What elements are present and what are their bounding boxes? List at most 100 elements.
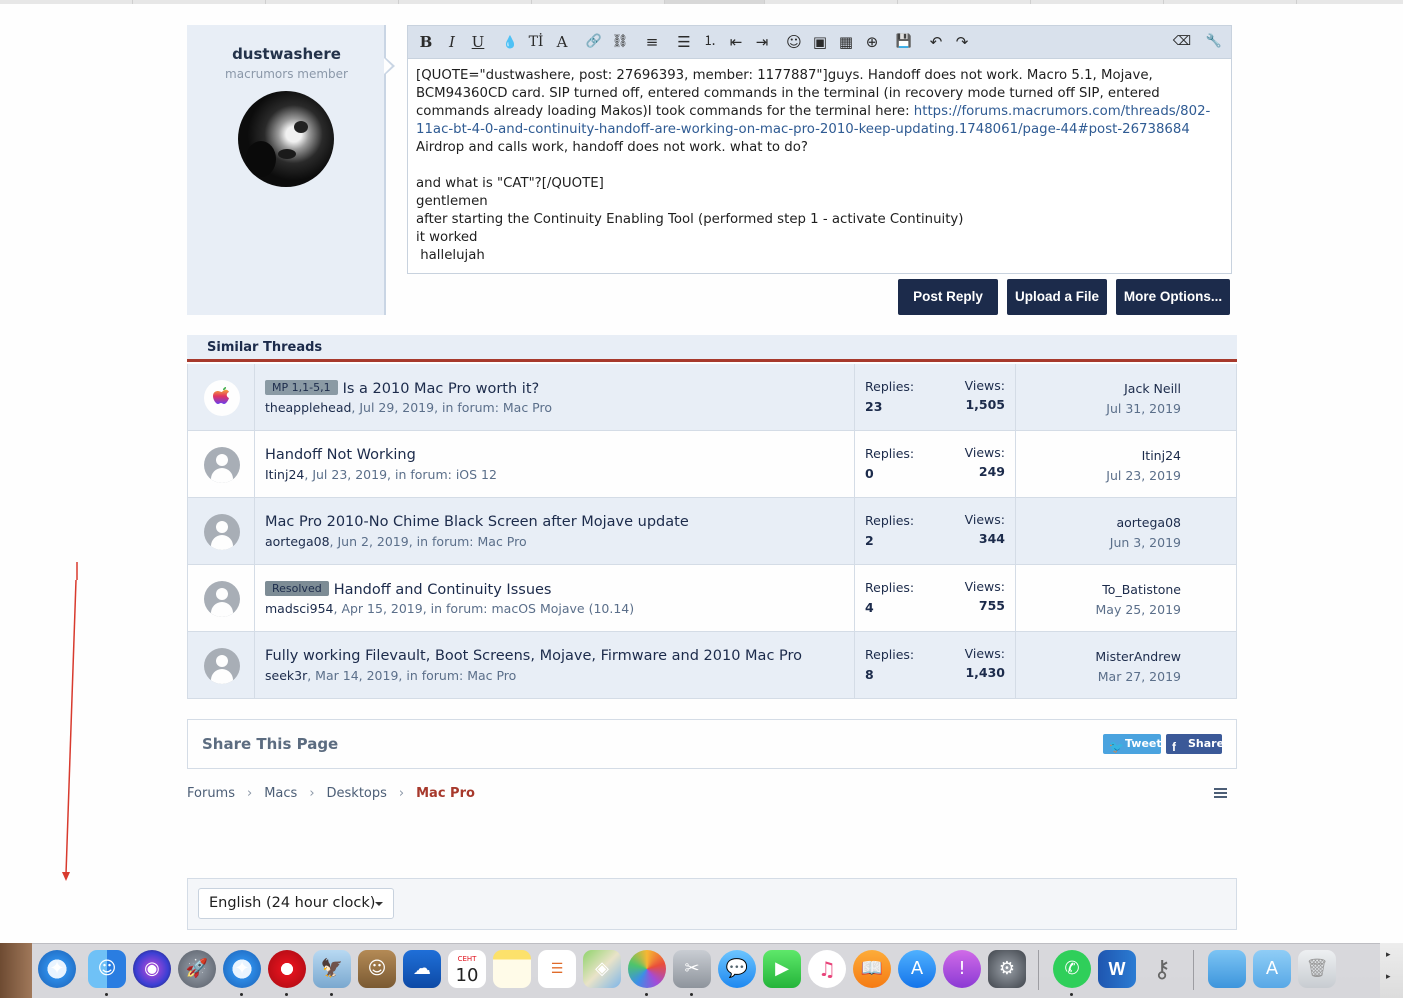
wrench-icon[interactable]: 🔧 [1204, 32, 1224, 52]
finder-icon[interactable]: ☺ [88, 950, 126, 988]
thread-title[interactable]: Mac Pro 2010-No Chime Black Screen after… [265, 514, 689, 530]
underline-icon[interactable]: U [468, 32, 488, 52]
prefix-badge[interactable]: MP 1,1-5,1 [265, 380, 338, 395]
siri-icon[interactable]: ◉ [133, 950, 171, 988]
facetime-icon[interactable]: ▶ [763, 950, 801, 988]
thread-title[interactable]: Handoff and Continuity Issues [334, 582, 552, 598]
last-post-date[interactable]: Jun 3, 2019 [1110, 535, 1181, 550]
folder-icon[interactable] [1208, 950, 1246, 988]
messages-icon[interactable]: 💬 [718, 950, 756, 988]
remove-format-icon[interactable]: ⌫ [1172, 32, 1192, 52]
undo-icon[interactable]: ↶ [926, 32, 946, 52]
last-poster[interactable]: aortega08 [1116, 515, 1181, 530]
keychain-icon[interactable]: ⚷ [1143, 950, 1181, 988]
photos-icon[interactable] [628, 950, 666, 988]
tab-segment[interactable] [765, 0, 898, 4]
preview-icon[interactable]: ✂ [673, 950, 711, 988]
redo-icon[interactable]: ↷ [952, 32, 972, 52]
outdent-icon[interactable]: ⇤ [726, 32, 746, 52]
avatar[interactable] [238, 91, 334, 187]
breadcrumb-macs[interactable]: Macs [264, 786, 297, 801]
thread-author[interactable]: theapplehead [265, 400, 351, 415]
tab-segment[interactable] [532, 0, 665, 4]
upload-file-button[interactable]: Upload a File [1007, 279, 1107, 315]
breadcrumb-current[interactable]: Mac Pro [416, 786, 475, 801]
applications-folder-icon[interactable]: A [1253, 950, 1291, 988]
tab-segment[interactable] [898, 0, 1031, 4]
font-size-icon[interactable]: Tİ [526, 32, 546, 52]
system-preferences-icon[interactable]: ⚙ [988, 950, 1026, 988]
last-post-date[interactable]: Jul 23, 2019 [1106, 468, 1181, 483]
prefix-badge[interactable]: Resolved [265, 581, 329, 596]
indent-icon[interactable]: ⇥ [752, 32, 772, 52]
smilie-icon[interactable]: ☺ [784, 32, 804, 52]
contacts-icon[interactable]: ☺ [358, 950, 396, 988]
tweet-button[interactable]: 🐦 Tweet [1103, 734, 1162, 754]
last-poster[interactable]: MisterAndrew [1095, 649, 1181, 664]
books-icon[interactable]: 📖 [853, 950, 891, 988]
reminders-icon[interactable]: ☰ [538, 950, 576, 988]
unlink-icon[interactable]: ⛓ [610, 32, 630, 52]
save-draft-icon[interactable]: 💾 [894, 32, 914, 52]
tab-segment[interactable] [1031, 0, 1164, 4]
breadcrumb-desktops[interactable]: Desktops [327, 786, 387, 801]
bullet-list-icon[interactable]: ☰ [674, 32, 694, 52]
dock-scroll-arrows[interactable]: ▸ ▸ [1386, 944, 1391, 988]
cloud-app-icon[interactable]: ☁ [403, 950, 441, 988]
facebook-share-button[interactable]: f Share [1166, 734, 1224, 754]
app-store-icon[interactable]: A [898, 950, 936, 988]
opera-icon[interactable] [268, 950, 306, 988]
tab-segment[interactable] [266, 0, 399, 4]
insert-icon[interactable]: ⊕ [862, 32, 882, 52]
thread-author[interactable]: Itinj24 [265, 467, 304, 482]
last-post-date[interactable]: May 25, 2019 [1096, 602, 1181, 617]
username[interactable]: dustwashere [187, 45, 386, 63]
thread-author[interactable]: madsci954 [265, 601, 334, 616]
last-post-date[interactable]: Mar 27, 2019 [1098, 669, 1181, 684]
text-color-icon[interactable]: 💧 [500, 32, 520, 52]
thread-author[interactable]: aortega08 [265, 534, 330, 549]
tab-segment[interactable] [1164, 0, 1297, 4]
maps-icon[interactable]: ◈ [583, 950, 621, 988]
thread-title[interactable]: Handoff Not Working [265, 447, 416, 463]
mail-icon[interactable]: 🦅 [313, 950, 351, 988]
more-options-button[interactable]: More Options... [1116, 279, 1230, 315]
safari-icon[interactable]: ✦ [38, 950, 76, 988]
list-view-icon[interactable] [1214, 788, 1227, 799]
language-select[interactable]: English (24 hour clock) [198, 888, 394, 919]
last-poster[interactable]: To_Batistone [1102, 582, 1181, 597]
thread-author[interactable]: seek3r [265, 668, 307, 683]
thread-title[interactable]: Is a 2010 Mac Pro worth it? [343, 381, 540, 397]
itunes-icon[interactable]: ♫ [808, 950, 846, 988]
editor-content[interactable]: [QUOTE="dustwashere, post: 27696393, mem… [408, 59, 1231, 273]
tab-segment-active[interactable] [665, 0, 765, 4]
word-icon[interactable]: W [1098, 950, 1136, 988]
last-post-date[interactable]: Jul 31, 2019 [1106, 401, 1181, 416]
reply-editor[interactable]: B I U 💧 Tİ A 🔗 ⛓ ≡ ☰ ⒈ ⇤ ⇥ ☺ ▣ ▦ ⊕ 💾 ↶ ↷… [407, 25, 1232, 274]
thread-title[interactable]: Fully working Filevault, Boot Screens, M… [265, 648, 802, 664]
feedback-icon[interactable]: ! [943, 950, 981, 988]
trash-icon[interactable]: 🗑 [1298, 950, 1336, 988]
bold-icon[interactable]: B [416, 32, 436, 52]
safari-icon[interactable]: ✦ [223, 950, 261, 988]
last-poster[interactable]: Jack Neill [1124, 381, 1181, 396]
italic-icon[interactable]: I [442, 32, 462, 52]
tab-segment[interactable] [399, 0, 532, 4]
numbered-list-icon[interactable]: ⒈ [700, 32, 720, 52]
media-icon[interactable]: ▦ [836, 32, 856, 52]
notes-icon[interactable] [493, 950, 531, 988]
link-icon[interactable]: 🔗 [584, 32, 604, 52]
tab-segment[interactable] [0, 0, 133, 4]
breadcrumb-forums[interactable]: Forums [187, 786, 235, 801]
font-family-icon[interactable]: A [552, 32, 572, 52]
avatar[interactable] [204, 514, 240, 550]
avatar[interactable] [204, 447, 240, 483]
avatar[interactable] [204, 380, 240, 416]
avatar[interactable] [204, 581, 240, 617]
avatar[interactable] [204, 648, 240, 684]
launchpad-icon[interactable]: 🚀 [178, 950, 216, 988]
post-reply-button[interactable]: Post Reply [898, 279, 998, 315]
calendar-icon[interactable]: СЕНТ 10 [448, 950, 486, 988]
tab-segment[interactable] [133, 0, 266, 4]
last-poster[interactable]: Itinj24 [1142, 448, 1181, 463]
